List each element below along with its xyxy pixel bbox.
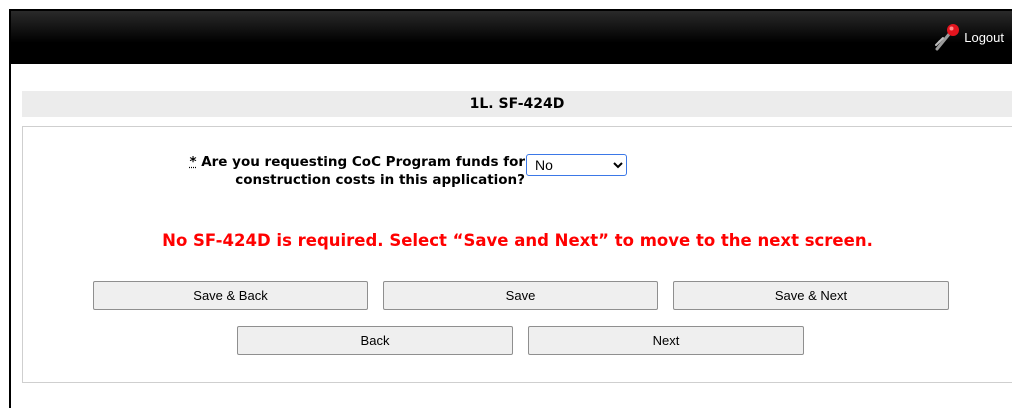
logout-label: Logout <box>964 29 1004 45</box>
notice-message: No SF-424D is required. Select “Save and… <box>162 231 873 250</box>
back-button[interactable]: Back <box>237 326 513 355</box>
section-title: 1L. SF-424D <box>22 91 1012 117</box>
save-back-button[interactable]: Save & Back <box>93 281 368 310</box>
question-label: * Are you requesting CoC Program funds f… <box>125 153 525 189</box>
logout-icon <box>935 24 960 51</box>
question-row: * Are you requesting CoC Program funds f… <box>133 153 633 193</box>
form-panel: * Are you requesting CoC Program funds f… <box>22 126 1012 383</box>
required-marker: * <box>189 154 197 170</box>
save-button[interactable]: Save <box>383 281 658 310</box>
construction-costs-select[interactable]: No <box>526 154 627 176</box>
application-frame: Logout 1L. SF-424D * Are you requesting … <box>9 9 1012 408</box>
question-text: Are you requesting CoC Program funds for… <box>201 154 525 188</box>
next-button[interactable]: Next <box>528 326 804 355</box>
save-next-button[interactable]: Save & Next <box>673 281 949 310</box>
top-bar: Logout <box>11 11 1012 64</box>
logout-button[interactable]: Logout <box>934 22 1004 52</box>
